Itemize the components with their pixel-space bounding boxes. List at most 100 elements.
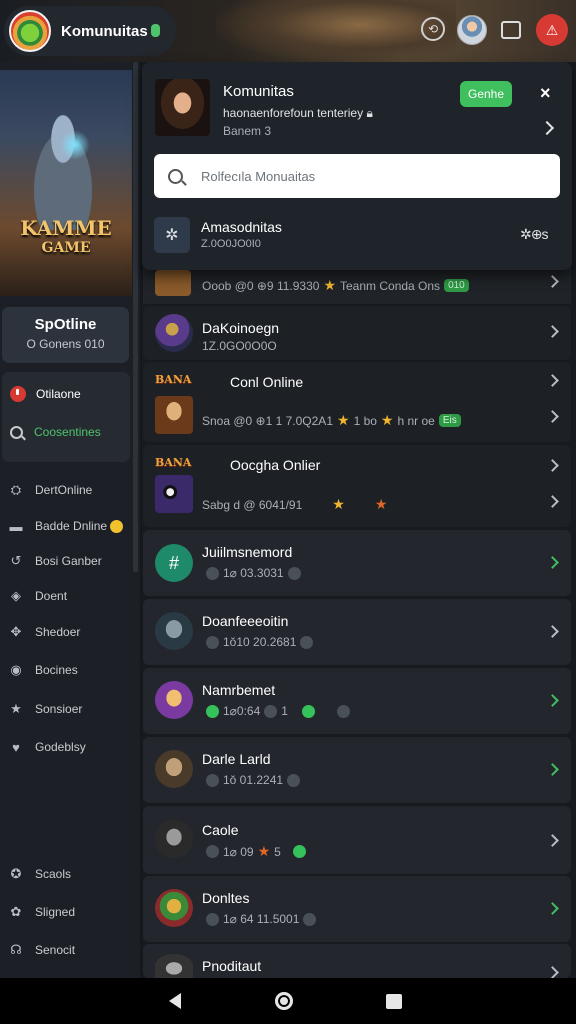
shield-icon: ◈ bbox=[11, 588, 21, 603]
sidebar-item-godeblsy[interactable]: ♥ Godeblsy bbox=[8, 737, 86, 757]
game-banner[interactable]: KAMME GAME bbox=[0, 70, 132, 296]
user-avatar[interactable] bbox=[457, 15, 487, 45]
meta-icon bbox=[206, 845, 219, 858]
list-item-title: Doanfeeeoitin bbox=[202, 613, 289, 629]
status-card: Otilaone Coosentines bbox=[2, 372, 130, 462]
banner-glow bbox=[60, 130, 90, 160]
profile-name: SpOtline bbox=[34, 316, 97, 333]
chevron-right-icon bbox=[546, 902, 559, 915]
recents-icon[interactable] bbox=[386, 994, 402, 1009]
settings-icon: ✲ bbox=[154, 217, 190, 253]
app-title: Komunuitas bbox=[61, 23, 160, 40]
list-item[interactable]: Donltes 1⌀ 64 11.5001 bbox=[143, 876, 571, 942]
chevron-right-icon bbox=[546, 834, 559, 847]
sidebar-item-bocines[interactable]: ◉ Bocines bbox=[8, 660, 78, 680]
sidebar-item-label: Godeblsy bbox=[35, 740, 86, 754]
hash-icon: # bbox=[155, 544, 193, 582]
sidebar-item-badde[interactable]: ▬ Badde Dnline bbox=[8, 516, 124, 536]
back-icon[interactable] bbox=[169, 993, 181, 1009]
sidebar-item-sonsioer[interactable]: ★ Sonsioer bbox=[8, 699, 82, 719]
meta-icon bbox=[264, 704, 278, 718]
community-avatar bbox=[155, 314, 193, 352]
list-item[interactable]: Namrbemet 1⌀0:64 1 bbox=[143, 668, 571, 734]
chevron-right-icon bbox=[546, 325, 559, 338]
sidebar-item-bosi[interactable]: ↺ Bosi Ganber bbox=[8, 551, 102, 571]
sidebar-item-label: Bocines bbox=[35, 663, 78, 677]
sidebar-item-scaols[interactable]: ✪ Scaols bbox=[8, 864, 71, 884]
count-badge: Eis bbox=[438, 414, 461, 427]
list-item-title: Caole bbox=[202, 822, 239, 838]
sync-icon[interactable]: ⟲ bbox=[421, 17, 445, 41]
window-icon[interactable] bbox=[501, 21, 521, 39]
list-item[interactable]: Doanfeeeoitin 1ŏ10 20.2681 bbox=[143, 599, 571, 665]
community-avatar bbox=[155, 79, 210, 136]
popup-item-action[interactable]: ✲⊕s bbox=[520, 226, 548, 243]
alert-icon[interactable]: ⚠ bbox=[536, 14, 568, 46]
list-item-meta: 1⌀ 09 ★ 5 bbox=[202, 843, 310, 860]
sidebar-item-dertonline[interactable]: ⛭ DertOnline bbox=[8, 480, 93, 500]
star-icon: ★ bbox=[323, 277, 336, 293]
sidebar-item-shedoer[interactable]: ✥ Shedoer bbox=[8, 622, 81, 642]
list-item[interactable]: Darle Larld 1ŏ 01.2241 bbox=[143, 737, 571, 803]
chevron-right-icon bbox=[546, 556, 559, 569]
meta-icon bbox=[336, 704, 350, 718]
system-nav-bar bbox=[0, 978, 576, 1024]
list-item[interactable]: Pnoditaut bbox=[143, 944, 571, 979]
list-item-meta: 1Z.0GO0O0O bbox=[202, 339, 277, 353]
banner-title: KAMME bbox=[20, 216, 112, 240]
sidebar-scrollbar[interactable] bbox=[133, 62, 138, 572]
chevron-right-icon bbox=[546, 495, 559, 508]
home-icon[interactable] bbox=[275, 992, 293, 1010]
list-item-title: Darle Larld bbox=[202, 751, 271, 767]
list-item-title: Namrbemet bbox=[202, 682, 276, 698]
heart-icon: ♥ bbox=[12, 739, 20, 755]
list-item[interactable]: DaKoinoegn 1Z.0GO0O0O bbox=[143, 306, 571, 360]
search-icon bbox=[10, 425, 23, 439]
sidebar-search-label: Coosentines bbox=[34, 425, 101, 439]
close-icon[interactable]: × bbox=[540, 83, 551, 104]
app-header[interactable]: Komunuitas bbox=[4, 6, 176, 56]
profile-status: O Gonens 010 bbox=[26, 337, 105, 351]
sidebar-item-label: Badde Dnline bbox=[35, 519, 108, 533]
popup-item-title[interactable]: Amasodnitas bbox=[201, 219, 282, 235]
search-placeholder: Rolfecıla Monuaitas bbox=[201, 168, 316, 184]
sidebar-item-senocit[interactable]: ☊ Senocit bbox=[8, 940, 75, 960]
sidebar-item-sligned[interactable]: ✿ Sligned bbox=[8, 902, 75, 922]
community-avatar bbox=[155, 889, 193, 927]
search-icon bbox=[168, 168, 183, 184]
sidebar-item-doent[interactable]: ◈ Doent bbox=[8, 586, 67, 606]
online-icon bbox=[292, 845, 306, 858]
list-item[interactable]: # Juiilmsnemord 1⌀ 03.3031 bbox=[143, 530, 571, 596]
app-title-badge bbox=[150, 23, 160, 37]
list-item-meta: Snoa @0 ⊕1 1 7.0Q2A1 ★ 1 bo ★ h nr oe Eis bbox=[202, 412, 461, 429]
gamepad-icon: ⛭ bbox=[10, 482, 22, 497]
sidebar-item-label: Scaols bbox=[35, 867, 72, 881]
banner-subtitle: GAME bbox=[41, 240, 91, 256]
sidebar-search[interactable]: Coosentines bbox=[10, 422, 101, 442]
list-item[interactable]: BANA Oocgha Onlier Sabg d @ 6041/91 ★ ★ bbox=[143, 445, 571, 527]
join-button[interactable]: Genhe bbox=[460, 81, 512, 107]
star-icon: ★ bbox=[337, 412, 350, 428]
meta-icon bbox=[206, 773, 219, 787]
app-logo bbox=[9, 10, 51, 52]
list-item-meta: 1⌀ 64 11.5001 bbox=[202, 912, 320, 926]
profile-card[interactable]: SpOtline O Gonens 010 bbox=[2, 307, 129, 363]
chevron-right-icon bbox=[546, 275, 559, 288]
chevron-right-icon bbox=[546, 374, 559, 387]
list-item-meta: 1ŏ 01.2241 bbox=[202, 773, 304, 787]
list-item[interactable]: BANA Conl Online Snoa @0 ⊕1 1 7.0Q2A1 ★ 1 … bbox=[143, 362, 571, 442]
chevron-right-icon[interactable] bbox=[539, 120, 555, 136]
list-item-meta: 1⌀ 03.3031 bbox=[202, 566, 305, 580]
top-bar: Komunuitas ⟲ ⚠ bbox=[0, 0, 576, 62]
community-avatar bbox=[155, 475, 193, 513]
game-thumbnail bbox=[155, 270, 191, 296]
chevron-right-icon bbox=[546, 410, 559, 423]
list-item-title: Conl Online bbox=[230, 374, 304, 390]
chevron-right-icon bbox=[546, 763, 559, 776]
meta-icon bbox=[206, 912, 219, 926]
search-input[interactable]: Rolfecıla Monuaitas bbox=[154, 154, 560, 198]
community-avatar bbox=[155, 954, 193, 978]
banner-character bbox=[18, 100, 108, 230]
list-item[interactable]: Caole 1⌀ 09 ★ 5 bbox=[143, 806, 571, 874]
online-status[interactable]: Otilaone bbox=[10, 384, 81, 404]
